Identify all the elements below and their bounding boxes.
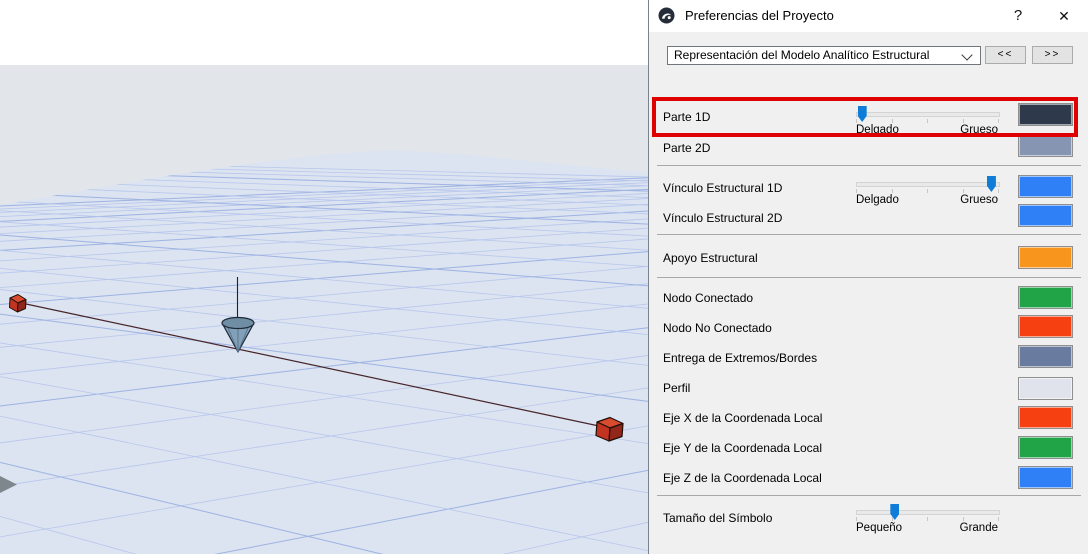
color-swatch[interactable] xyxy=(1018,286,1073,309)
setting-label: Parte 2D xyxy=(663,141,711,155)
3d-viewport[interactable] xyxy=(0,65,648,554)
slider-track[interactable] xyxy=(856,112,1000,117)
slider-thumb[interactable] xyxy=(857,106,867,122)
color-swatch[interactable] xyxy=(1018,315,1073,338)
dialog-title: Preferencias del Proyecto xyxy=(685,8,834,23)
node-cube-right[interactable] xyxy=(595,416,624,442)
color-swatch[interactable] xyxy=(1018,175,1073,198)
color-swatch[interactable] xyxy=(1018,377,1073,400)
slider-tick xyxy=(927,189,928,193)
slider-tick xyxy=(891,189,893,193)
color-swatch[interactable] xyxy=(1018,103,1073,126)
color-swatch[interactable] xyxy=(1018,134,1073,157)
slider-tick xyxy=(927,119,928,123)
slider-tick xyxy=(856,517,857,521)
preference-page-value: Representación del Modelo Analítico Estr… xyxy=(674,48,930,62)
slider-tick xyxy=(927,517,928,521)
setting-label: Perfil xyxy=(663,381,691,395)
color-swatch[interactable] xyxy=(1018,246,1073,269)
dialog-titlebar: Preferencias del Proyecto ? ✕ xyxy=(649,0,1088,32)
slider-max-label: Grueso xyxy=(960,124,998,136)
slider-tick xyxy=(962,119,964,123)
setting-label: Vínculo Estructural 1D xyxy=(663,181,783,195)
setting-label: Eje Z de la Coordenada Local xyxy=(663,471,822,485)
color-swatch[interactable] xyxy=(1018,466,1073,489)
setting-label: Tamaño del Símbolo xyxy=(663,511,773,525)
setting-label: Nodo Conectado xyxy=(663,291,754,305)
slider-tick xyxy=(998,119,999,123)
slider-max-label: Grande xyxy=(959,522,998,534)
chevron-down-icon xyxy=(961,49,973,61)
color-swatch[interactable] xyxy=(1018,204,1073,227)
slider-tick xyxy=(891,517,893,521)
divider xyxy=(657,277,1081,278)
slider-tick xyxy=(962,517,964,521)
setting-label: Nodo No Conectado xyxy=(663,321,772,335)
slider-tick xyxy=(998,189,999,193)
divider xyxy=(657,234,1081,235)
close-button[interactable]: ✕ xyxy=(1053,5,1075,27)
preferences-dialog: Preferencias del Proyecto ? ✕ Representa… xyxy=(648,0,1088,554)
prev-page-button[interactable]: << xyxy=(985,46,1026,64)
setting-label: Apoyo Estructural xyxy=(663,251,758,265)
color-swatch[interactable] xyxy=(1018,436,1073,459)
slider-tick xyxy=(856,119,857,123)
slider-max-label: Grueso xyxy=(960,194,998,206)
archicad-logo-icon xyxy=(658,7,675,24)
app-root: { "dialog": { "title": "Preferencias del… xyxy=(0,0,1088,554)
slider-thumb[interactable] xyxy=(986,176,996,192)
color-swatch[interactable] xyxy=(1018,345,1073,368)
slider-track[interactable] xyxy=(856,182,1000,187)
slider-tick xyxy=(891,119,893,123)
slider-tick xyxy=(998,517,999,521)
help-button[interactable]: ? xyxy=(1007,5,1029,27)
color-swatch[interactable] xyxy=(1018,406,1073,429)
slider-tick xyxy=(962,189,964,193)
slider-tick xyxy=(856,189,857,193)
divider xyxy=(657,495,1081,496)
divider xyxy=(657,165,1081,166)
setting-label: Entrega de Extremos/Bordes xyxy=(663,351,818,365)
setting-label: Eje X de la Coordenada Local xyxy=(663,411,823,425)
setting-label: Eje Y de la Coordenada Local xyxy=(663,441,823,455)
setting-label: Parte 1D xyxy=(663,110,711,124)
next-page-button[interactable]: >> xyxy=(1032,46,1073,64)
slider-track[interactable] xyxy=(856,510,1000,515)
preference-page-select[interactable]: Representación del Modelo Analítico Estr… xyxy=(667,46,981,65)
setting-label: Vínculo Estructural 2D xyxy=(663,211,783,225)
